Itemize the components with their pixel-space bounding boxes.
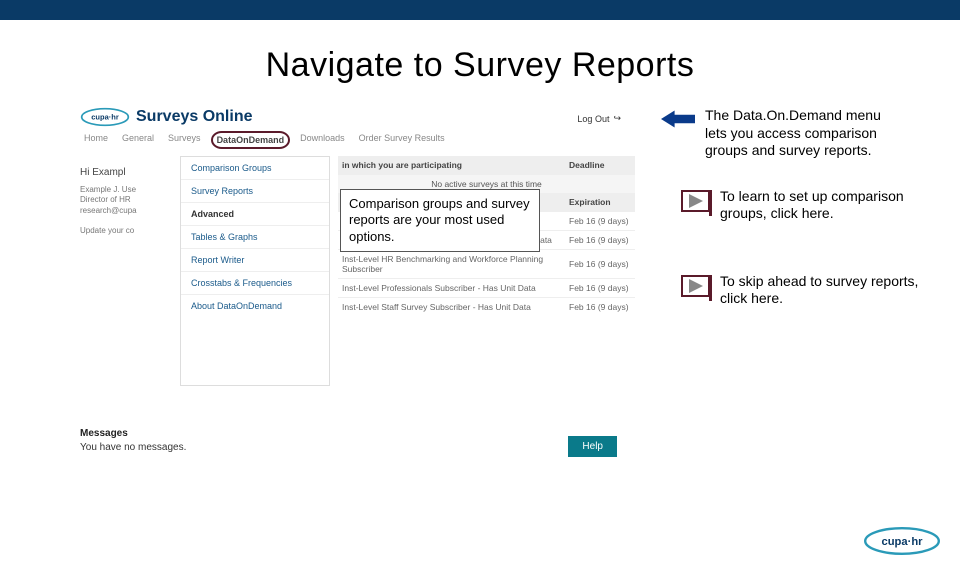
- svg-text:cupa·hr: cupa·hr: [881, 536, 923, 548]
- messages-panel: Messages You have no messages.: [80, 428, 186, 453]
- dd-survey-reports[interactable]: Survey Reports: [181, 180, 329, 203]
- cupa-hr-logo-icon: cupa·hr: [80, 107, 130, 127]
- play-icon: [681, 275, 710, 297]
- table-row: Inst-Level HR Benchmarking and Workforce…: [338, 250, 635, 279]
- dd-report-writer[interactable]: Report Writer: [181, 249, 329, 272]
- annotation-2[interactable]: To learn to set up comparison groups, cl…: [681, 188, 920, 223]
- annotation-3-text: To skip ahead to survey reports, click h…: [720, 273, 920, 308]
- nav-order[interactable]: Order Survey Results: [355, 131, 449, 149]
- sub-exp: Feb 16 (9 days): [565, 279, 635, 298]
- help-button[interactable]: Help: [568, 436, 617, 457]
- messages-body: You have no messages.: [80, 442, 186, 453]
- dataondemand-dropdown: Comparison Groups Survey Reports Advance…: [180, 156, 330, 386]
- logout-link[interactable]: Log Out ↪: [577, 113, 621, 124]
- user-name: Example J. Use: [80, 185, 180, 195]
- arrow-left-icon: [661, 109, 695, 129]
- annotation-1-text: The Data.On.Demand menu lets you access …: [705, 107, 905, 160]
- hdr-surveys: in which you are participating: [338, 156, 565, 175]
- dd-about[interactable]: About DataOnDemand: [181, 295, 329, 317]
- annotation-1: The Data.On.Demand menu lets you access …: [661, 107, 920, 160]
- table-row: Inst-Level Staff Survey Subscriber - Has…: [338, 298, 635, 317]
- sub-name: Inst-Level Staff Survey Subscriber - Has…: [338, 298, 565, 317]
- dd-tables-graphs[interactable]: Tables & Graphs: [181, 226, 329, 249]
- nav-general[interactable]: General: [118, 131, 158, 149]
- logout-label: Log Out: [577, 114, 609, 124]
- sub-exp: Feb 16 (9 days): [565, 298, 635, 317]
- user-greeting: Hi Exampl: [80, 166, 180, 179]
- annotations-column: The Data.On.Demand menu lets you access …: [635, 107, 920, 467]
- slide-top-bar: [0, 0, 960, 20]
- app-product-title: Surveys Online: [136, 108, 253, 126]
- user-update-link[interactable]: Update your co: [80, 226, 180, 236]
- sub-exp: Feb 16 (9 days): [565, 231, 635, 250]
- dd-crosstabs[interactable]: Crosstabs & Frequencies: [181, 272, 329, 295]
- annotation-2-text: To learn to set up comparison groups, cl…: [720, 188, 920, 223]
- dd-comparison-groups[interactable]: Comparison Groups: [181, 157, 329, 180]
- hdr-deadline: Deadline: [565, 156, 635, 175]
- user-title: Director of HR: [80, 195, 180, 205]
- dd-advanced-header: Advanced: [181, 203, 329, 226]
- nav-downloads[interactable]: Downloads: [296, 131, 349, 149]
- app-header: cupa·hr Surveys Online: [80, 107, 635, 127]
- sub-exp: Feb 16 (9 days): [565, 250, 635, 279]
- svg-text:cupa·hr: cupa·hr: [91, 113, 119, 122]
- user-email: research@cupa: [80, 206, 180, 216]
- table-header-row: in which you are participating Deadline: [338, 156, 635, 175]
- play-icon: [681, 190, 710, 212]
- hdr-exp: Expiration: [565, 193, 635, 212]
- nav-dataondemand[interactable]: DataOnDemand: [211, 131, 291, 149]
- annotation-3[interactable]: To skip ahead to survey reports, click h…: [681, 273, 920, 308]
- slide-title: Navigate to Survey Reports: [0, 46, 960, 85]
- top-nav: Home General Surveys DataOnDemand Downlo…: [80, 131, 635, 152]
- nav-home[interactable]: Home: [80, 131, 112, 149]
- sub-name: Inst-Level Professionals Subscriber - Ha…: [338, 279, 565, 298]
- callout-most-used: Comparison groups and survey reports are…: [340, 189, 540, 252]
- messages-header: Messages: [80, 428, 186, 439]
- nav-surveys[interactable]: Surveys: [164, 131, 205, 149]
- sub-name: Inst-Level HR Benchmarking and Workforce…: [338, 250, 565, 279]
- logout-icon: ↪: [613, 113, 621, 124]
- cupa-hr-slide-logo-icon: cupa·hr: [862, 524, 942, 558]
- slide-body: Navigate to Survey Reports cupa·hr Surve…: [0, 46, 960, 566]
- sub-exp: Feb 16 (9 days): [565, 212, 635, 231]
- user-panel: Hi Exampl Example J. Use Director of HR …: [80, 156, 180, 386]
- table-row: Inst-Level Professionals Subscriber - Ha…: [338, 279, 635, 298]
- content-row: cupa·hr Surveys Online Log Out ↪ Home Ge…: [0, 107, 960, 467]
- app-screenshot: cupa·hr Surveys Online Log Out ↪ Home Ge…: [80, 107, 635, 467]
